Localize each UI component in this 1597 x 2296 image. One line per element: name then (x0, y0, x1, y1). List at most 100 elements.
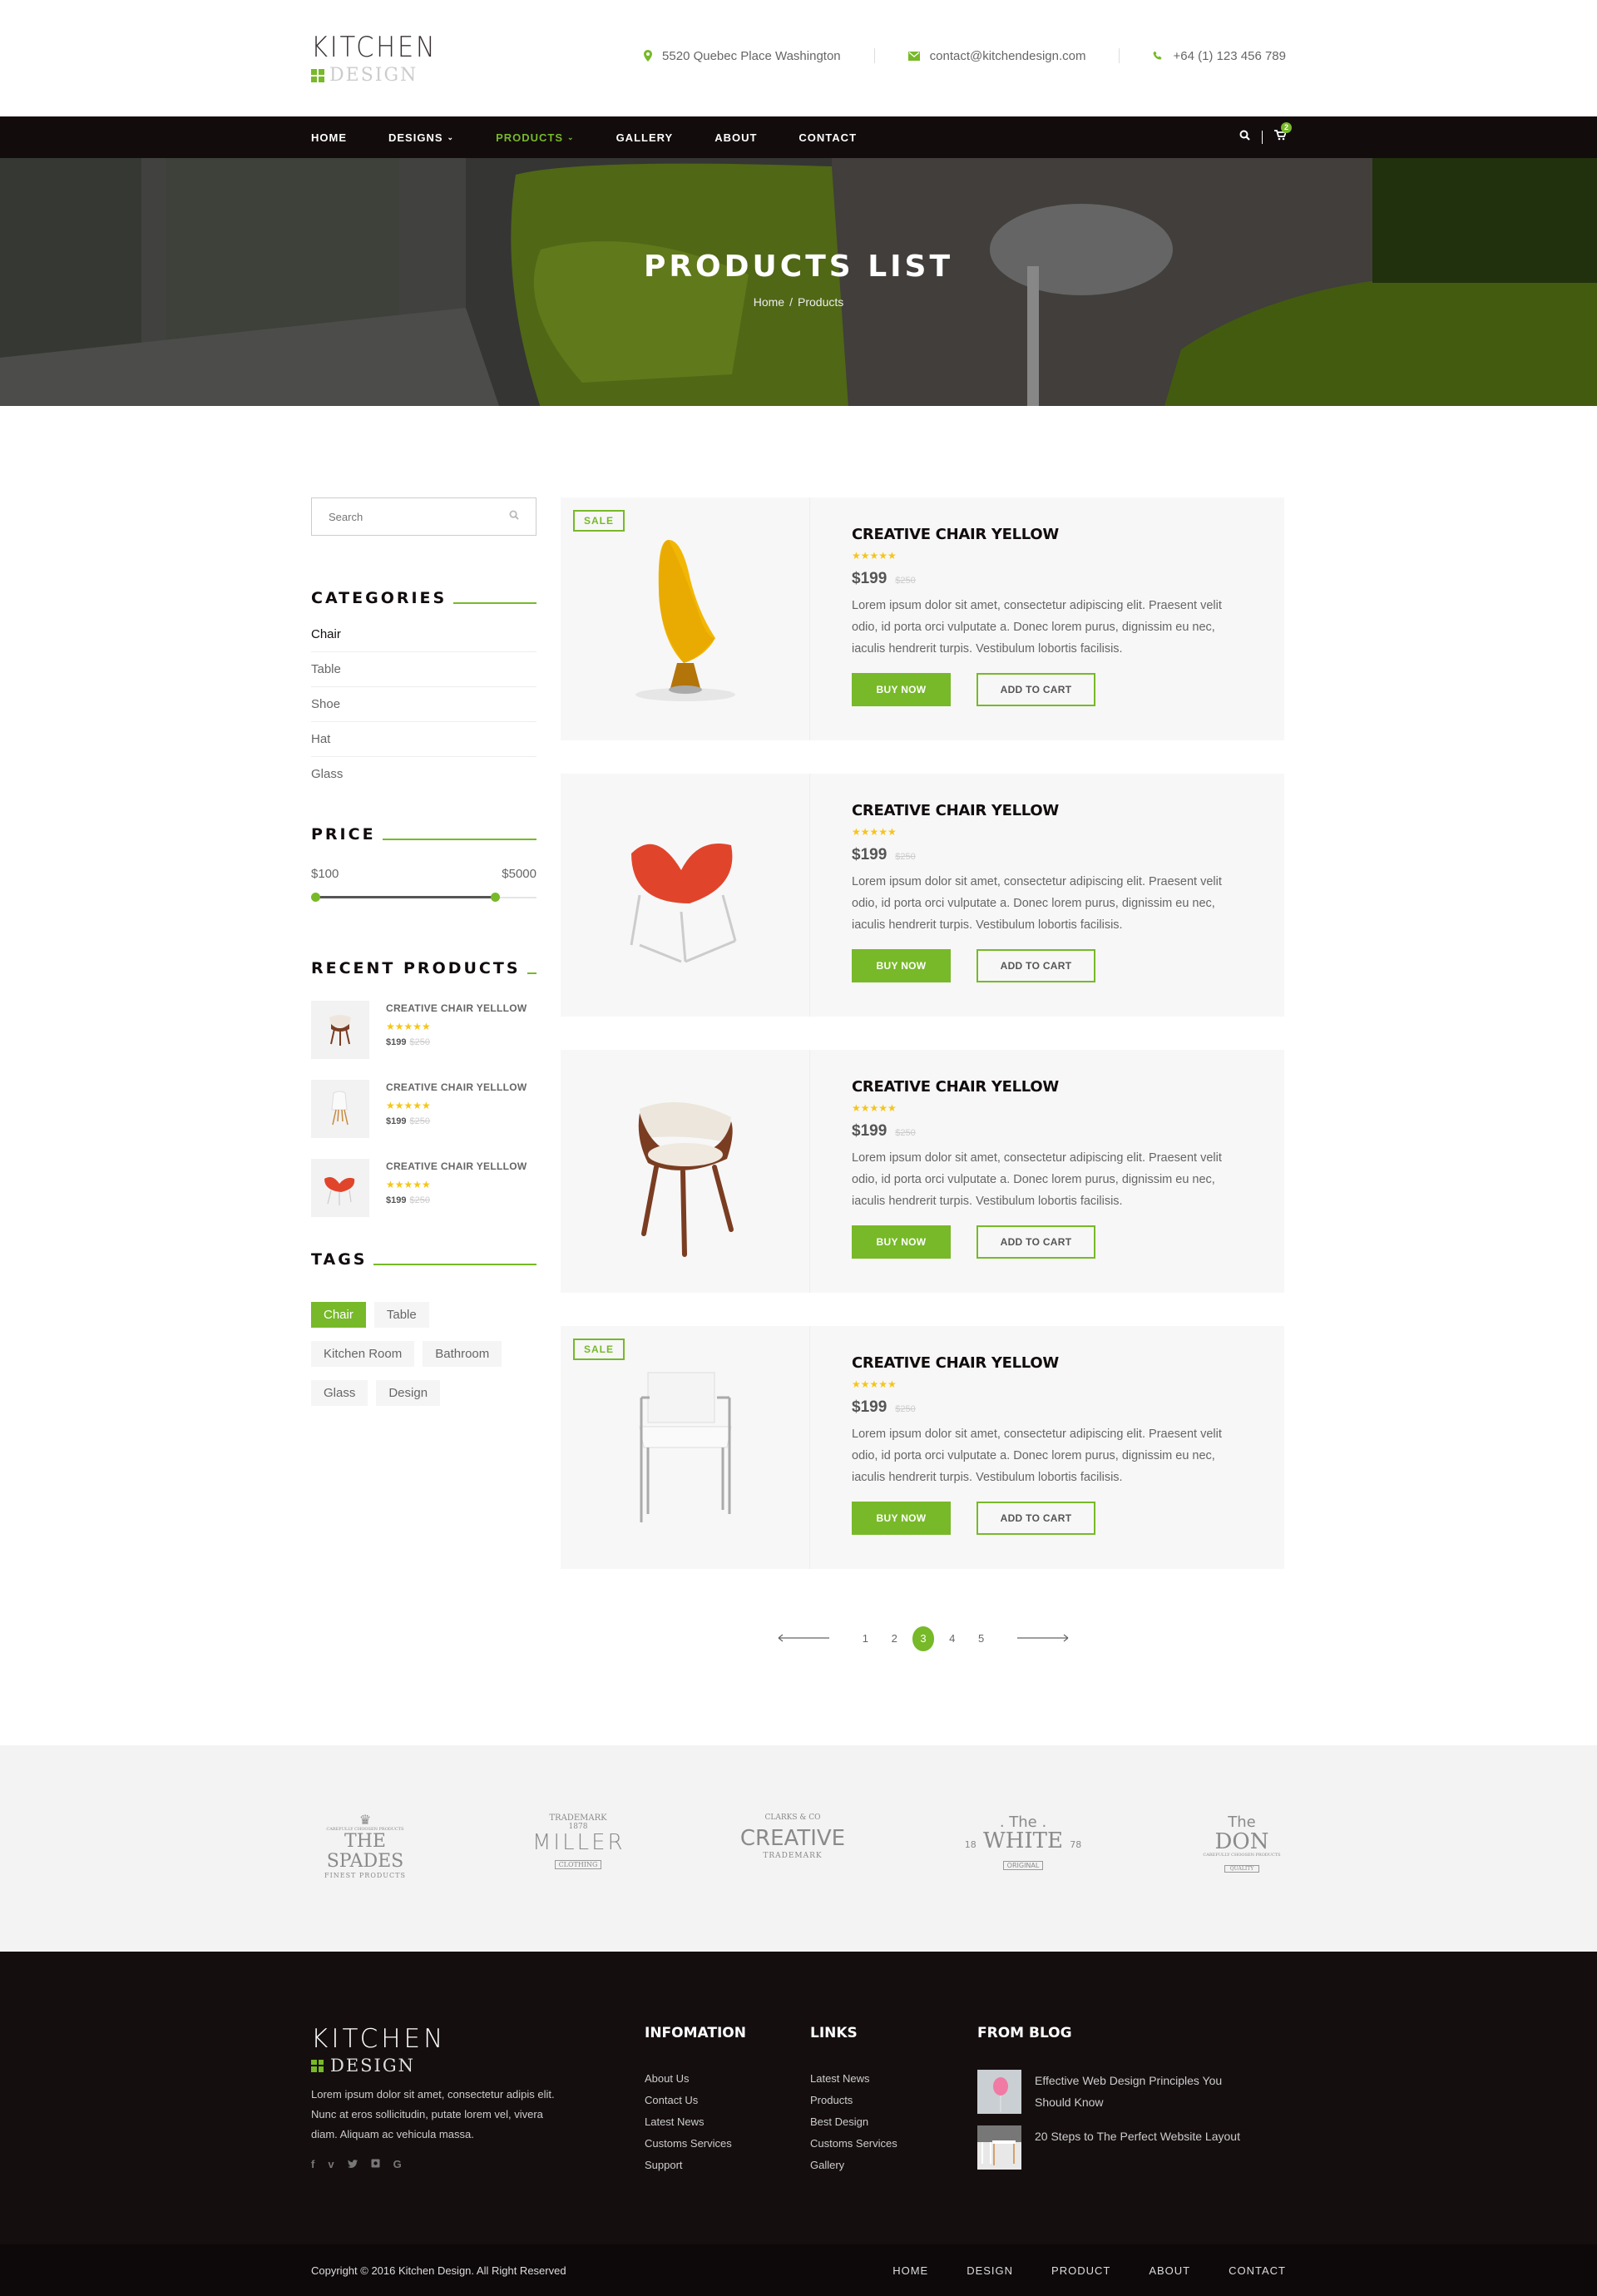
category-item[interactable]: Hat (311, 722, 536, 757)
slider-min-handle[interactable] (311, 893, 320, 902)
blog-post[interactable]: Effective Web Design Principles You Shou… (977, 2070, 1251, 2114)
blog-post[interactable]: 20 Steps to The Perfect Website Layout (977, 2125, 1251, 2170)
page-3-current[interactable]: 3 (912, 1626, 935, 1651)
phone[interactable]: +64 (1) 123 456 789 (1153, 49, 1286, 63)
product-title[interactable]: CREATIVE CHAIR YELLOW (852, 1354, 1243, 1372)
search-input[interactable] (329, 510, 478, 523)
tag[interactable]: Kitchen Room (311, 1341, 415, 1367)
add-to-cart-button[interactable]: ADD TO CART (976, 1225, 1095, 1259)
category-item[interactable]: Glass (311, 757, 536, 792)
add-to-cart-button[interactable]: ADD TO CART (976, 1502, 1095, 1535)
product-price: $199 $250 (852, 1398, 916, 1416)
product-title[interactable]: CREATIVE CHAIR YELLOW (852, 802, 1243, 819)
nav-designs[interactable]: DESIGNS ⌄ (388, 131, 454, 144)
add-to-cart-button[interactable]: ADD TO CART (976, 949, 1095, 982)
search-icon[interactable] (509, 509, 519, 524)
product-price: $199 $250 (852, 1122, 916, 1140)
nav-gallery[interactable]: GALLERY (616, 131, 674, 144)
footer-link[interactable]: Best Design (810, 2111, 897, 2133)
product-price: $199 $250 (852, 570, 916, 587)
footer-link[interactable]: Gallery (810, 2155, 897, 2176)
email[interactable]: contact@kitchendesign.com (907, 49, 1085, 63)
footer-blog: FROM BLOG Effective Web Design Principle… (977, 2025, 1251, 2170)
product-title[interactable]: CREATIVE CHAIR YELLOW (852, 1078, 1243, 1096)
old-price: $250 (895, 576, 916, 586)
footer-nav-about[interactable]: ABOUT (1149, 2264, 1190, 2277)
search-icon[interactable] (1239, 130, 1250, 145)
page-5[interactable]: 5 (970, 1626, 992, 1651)
tag[interactable]: Chair (311, 1302, 366, 1328)
buy-now-button[interactable]: BUY NOW (852, 1502, 951, 1535)
footer-nav-contact[interactable]: CONTACT (1229, 2264, 1286, 2277)
nav-contact[interactable]: CONTACT (798, 131, 857, 144)
footer-link[interactable]: Support (645, 2155, 746, 2176)
twitter-icon[interactable] (347, 2158, 358, 2170)
brand-logo-don[interactable]: The DON CAREFULLY CHOOSEN PRODUCTS QUALI… (1198, 1814, 1286, 1873)
footer-link[interactable]: Customs Services (810, 2133, 897, 2155)
footer-link[interactable]: Customs Services (645, 2133, 746, 2155)
page-2[interactable]: 2 (883, 1626, 906, 1651)
slider-max-handle[interactable] (490, 893, 500, 902)
breadcrumb-home[interactable]: Home (754, 295, 784, 309)
footer-logo[interactable]: KITCHEN DESIGN (311, 2026, 446, 2076)
page-1[interactable]: 1 (854, 1626, 877, 1651)
footer-link[interactable]: About Us (645, 2068, 746, 2090)
page-4[interactable]: 4 (941, 1626, 963, 1651)
vimeo-icon[interactable]: v (328, 2158, 334, 2170)
chevron-down-icon: ⌄ (447, 132, 455, 141)
sale-badge: SALE (573, 510, 625, 532)
search-box (311, 497, 536, 536)
prev-page-arrow-icon[interactable] (778, 1631, 829, 1646)
footer-nav-product[interactable]: PRODUCT (1051, 2264, 1110, 2277)
footer-link[interactable]: Contact Us (645, 2090, 746, 2111)
recent-products-title: RECENT PRODUCTS (311, 959, 536, 977)
brand-logo-spades[interactable]: ♛ CAREFULLY CHOOSEN PRODUCTS THE SPADES … (311, 1814, 419, 1880)
category-item[interactable]: Shoe (311, 687, 536, 722)
nav-home[interactable]: HOME (311, 131, 347, 144)
google-icon[interactable]: G (393, 2158, 402, 2170)
category-item[interactable]: Table (311, 652, 536, 687)
instagram-icon[interactable] (371, 2158, 380, 2170)
brand-logo-miller[interactable]: TRADEMARK 1878 MILLER CLOTHING (532, 1814, 624, 1870)
site-logo[interactable]: KITCHEN DESIGN (311, 33, 451, 86)
category-item[interactable]: Chair (311, 617, 536, 652)
product-card: CREATIVE CHAIR YELLOW ★★★★★ $199 $250 Lor… (561, 774, 1284, 1017)
breadcrumb-current: Products (798, 295, 844, 309)
footer-link[interactable]: Latest News (645, 2111, 746, 2133)
facebook-icon[interactable]: f (311, 2158, 314, 2170)
phone-icon (1153, 51, 1162, 60)
rating-stars: ★★★★★ (852, 1378, 897, 1390)
product-image[interactable] (561, 774, 810, 1017)
add-to-cart-button[interactable]: ADD TO CART (976, 673, 1095, 706)
recent-product[interactable]: CREATIVE CHAIR YELLLOW ★★★★★ $199 $250 (311, 1001, 536, 1059)
product-image[interactable] (561, 1050, 810, 1293)
nav-products[interactable]: PRODUCTS ⌄ (496, 131, 575, 144)
tag[interactable]: Design (376, 1380, 441, 1406)
cart-button[interactable]: 2 (1274, 122, 1292, 145)
rating-stars: ★★★★★ (852, 826, 897, 838)
recent-product[interactable]: CREATIVE CHAIR YELLLOW ★★★★★ $199 $250 (311, 1159, 536, 1217)
buy-now-button[interactable]: BUY NOW (852, 673, 951, 706)
tag[interactable]: Glass (311, 1380, 368, 1406)
footer-links: LINKS Latest News Products Best Design C… (810, 2025, 897, 2176)
buy-now-button[interactable]: BUY NOW (852, 949, 951, 982)
price-min: $100 (311, 867, 339, 881)
brand-logo-creative[interactable]: CLARKS & CO CREATIVE TRADEMARK (739, 1814, 847, 1860)
nav-about[interactable]: ABOUT (714, 131, 757, 144)
tag[interactable]: Bathroom (423, 1341, 502, 1367)
product-title[interactable]: CREATIVE CHAIR YELLOW (852, 526, 1243, 543)
buy-now-button[interactable]: BUY NOW (852, 1225, 951, 1259)
copyright: Copyright © 2016 Kitchen Design. All Rig… (311, 2264, 566, 2277)
tag[interactable]: Table (373, 1302, 429, 1328)
footer-link[interactable]: Products (810, 2090, 897, 2111)
price-range-slider[interactable] (311, 893, 536, 903)
footer-about: Lorem ipsum dolor sit amet, consectetur … (311, 2088, 555, 2140)
footer-link[interactable]: Latest News (810, 2068, 897, 2090)
brand-logo-white[interactable]: . The . 18 WHITE 78 ORIGINAL (961, 1814, 1085, 1871)
footer-nav-design[interactable]: DESIGN (967, 2264, 1013, 2277)
product-image[interactable]: SALE (561, 497, 810, 740)
recent-product[interactable]: CREATIVE CHAIR YELLLOW ★★★★★ $199 $250 (311, 1080, 536, 1138)
next-page-arrow-icon[interactable] (1016, 1631, 1069, 1646)
product-image[interactable]: SALE (561, 1326, 810, 1569)
footer-nav-home[interactable]: HOME (892, 2264, 928, 2277)
